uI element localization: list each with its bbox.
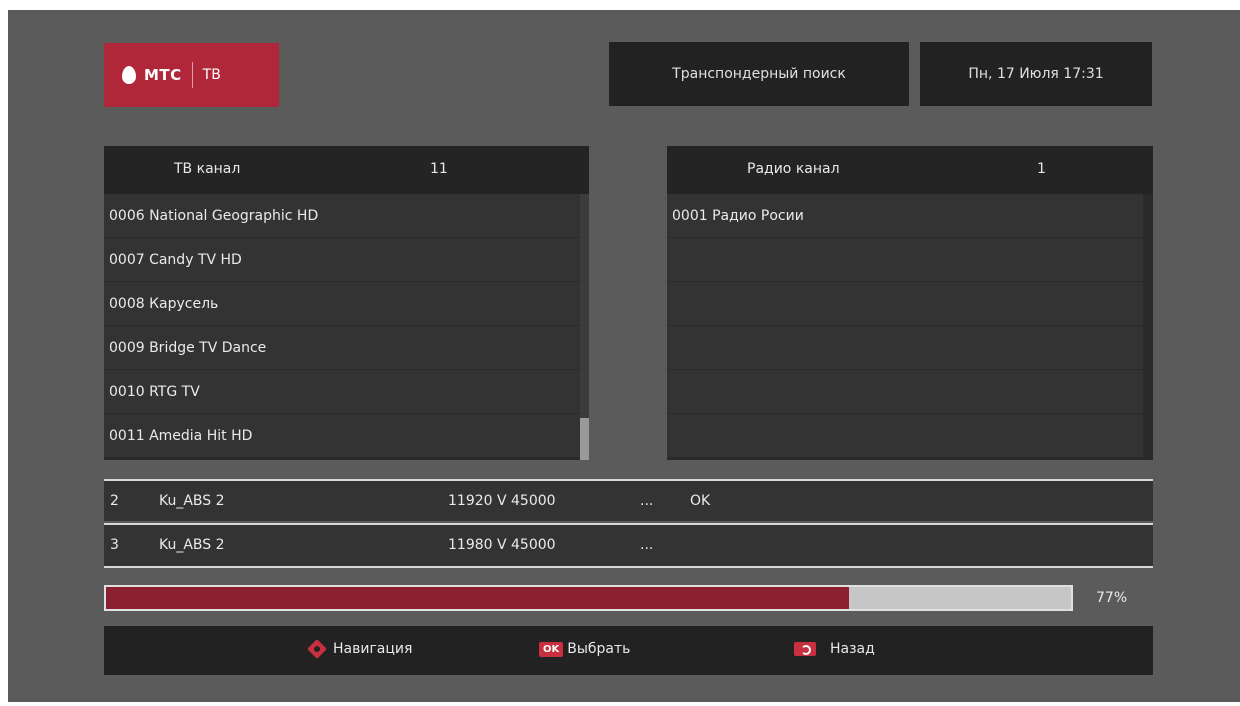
radio-channel-row[interactable]: 0001 Радио Росии: [667, 194, 1143, 237]
transponder-status: OK: [690, 493, 711, 509]
radio-list-count: 1: [1037, 161, 1046, 177]
tv-list-title: ТВ канал: [174, 161, 241, 177]
hint-back-label: Назад: [830, 641, 875, 657]
hint-navigation-label: Навигация: [333, 641, 413, 657]
tv-channel-list: ТВ канал 11 0006 National Geographic HD …: [104, 146, 589, 460]
transponder-number: 2: [110, 493, 119, 509]
hint-navigation: Навигация: [309, 641, 412, 657]
ok-key-icon: OK: [539, 641, 564, 657]
logo-divider: [191, 62, 193, 88]
hint-bar: Навигация OK Выбрать Назад: [104, 626, 1153, 675]
transponder-number: 3: [110, 537, 119, 553]
transponder-row: 2 Ku_ABS 2 11920 V 45000 ... OK: [104, 479, 1153, 521]
radio-channel-list: Радио канал 1 0001 Радио Росии: [667, 146, 1153, 460]
tv-screen: МТС ТВ Транспондерный поиск Пн, 17 Июля …: [8, 10, 1240, 702]
radio-channel-row: [667, 326, 1143, 369]
transponder-progress-dots: ...: [640, 537, 654, 553]
transponder-row: 3 Ku_ABS 2 11980 V 45000 ...: [104, 523, 1153, 568]
radio-list-header: Радио канал 1: [667, 146, 1153, 194]
tv-list-scrollbar[interactable]: [580, 194, 589, 460]
transponder-frequency: 11920 V 45000: [448, 493, 556, 509]
tv-channel-row[interactable]: 0009 Bridge TV Dance: [104, 326, 580, 369]
hint-select-label: Выбрать: [567, 641, 631, 657]
transponder-progress-dots: ...: [640, 493, 654, 509]
radio-channel-row: [667, 282, 1143, 325]
radio-channel-row: [667, 238, 1143, 281]
tv-channel-row[interactable]: 0008 Карусель: [104, 282, 580, 325]
tv-list-scroll-thumb[interactable]: [580, 418, 589, 460]
mts-egg-icon: [122, 66, 136, 84]
transponder-frequency: 11980 V 45000: [448, 537, 556, 553]
tv-channel-row[interactable]: 0007 Candy TV HD: [104, 238, 580, 281]
scan-progress-percent: 77%: [1096, 590, 1128, 606]
tv-list-count: 11: [430, 161, 448, 177]
transponder-satellite: Ku_ABS 2: [159, 537, 225, 553]
back-arrow-icon: [794, 642, 816, 656]
scan-progress-fill: [106, 587, 850, 609]
radio-channel-row: [667, 370, 1143, 413]
search-mode-title: Транспондерный поиск: [609, 42, 909, 106]
tv-channel-row[interactable]: 0010 RTG TV: [104, 370, 580, 413]
logo-brand: МТС: [144, 66, 182, 84]
radio-list-title: Радио канал: [747, 161, 840, 177]
tv-list-header: ТВ канал 11: [104, 146, 589, 194]
scan-progress-bar: [104, 585, 1073, 611]
tv-channel-row[interactable]: 0011 Amedia Hit HD: [104, 414, 580, 457]
logo-service: ТВ: [202, 67, 221, 83]
tv-channel-row[interactable]: 0006 National Geographic HD: [104, 194, 580, 237]
radio-channel-row: [667, 414, 1143, 457]
mts-tv-logo: МТС ТВ: [104, 43, 279, 107]
navigation-diamond-icon: [309, 641, 325, 657]
transponder-satellite: Ku_ABS 2: [159, 493, 225, 509]
datetime-display: Пн, 17 Июля 17:31: [920, 42, 1152, 106]
hint-select: OK Выбрать: [539, 641, 630, 657]
hint-back: Назад: [794, 641, 875, 657]
